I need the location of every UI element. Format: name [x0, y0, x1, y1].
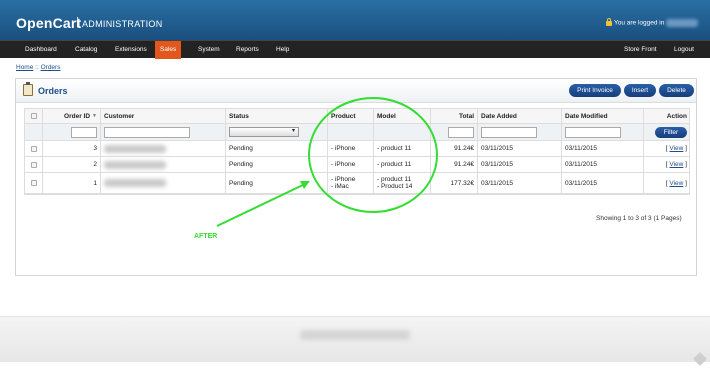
footer-text-blurred	[300, 330, 410, 340]
annotation-arrow-line	[216, 183, 306, 227]
annotation-label: AFTER	[194, 233, 218, 240]
highlight-ellipse	[308, 97, 438, 213]
